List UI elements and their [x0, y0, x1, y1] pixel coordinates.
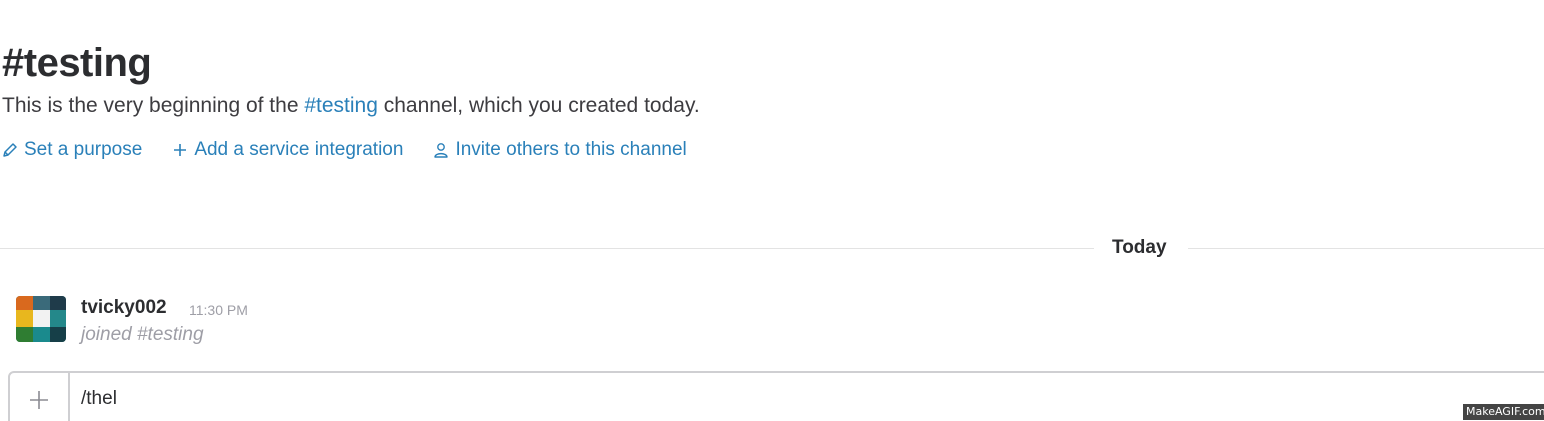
attach-button[interactable]	[10, 373, 70, 421]
channel-title: #testing	[2, 41, 152, 85]
set-purpose-label: Set a purpose	[24, 139, 143, 160]
invite-others-label: Invite others to this channel	[455, 139, 687, 160]
day-divider-label: Today	[1112, 237, 1167, 258]
intro-prefix: This is the very beginning of the	[2, 94, 305, 117]
day-divider-line	[1188, 248, 1544, 249]
pencil-icon	[2, 142, 18, 158]
channel-intro: This is the very beginning of the #testi…	[2, 92, 700, 120]
message-text: joined #testing	[81, 324, 204, 345]
plus-icon	[172, 142, 188, 158]
add-integration-link[interactable]: Add a service integration	[172, 137, 403, 163]
message-author[interactable]: tvicky002	[81, 295, 167, 321]
channel-view: #testing This is the very beginning of t…	[0, 0, 1544, 421]
invite-others-link[interactable]: Invite others to this channel	[433, 137, 687, 163]
person-icon	[433, 142, 449, 158]
watermark: MakeAGIF.com	[1463, 404, 1544, 420]
plus-icon	[30, 391, 48, 409]
message-composer[interactable]: /thel	[8, 371, 1544, 421]
message-input[interactable]: /thel	[81, 386, 117, 412]
set-purpose-link[interactable]: Set a purpose	[2, 137, 142, 163]
day-divider-line	[0, 248, 1094, 249]
intro-suffix: channel, which you created today.	[377, 94, 700, 117]
channel-actions: Set a purpose Add a service integration …	[2, 137, 687, 163]
message-timestamp[interactable]: 11:30 PM	[189, 300, 248, 320]
patchwork-avatar-icon[interactable]	[16, 296, 66, 342]
add-integration-label: Add a service integration	[194, 139, 404, 160]
channel-link[interactable]: #testing	[304, 94, 378, 117]
